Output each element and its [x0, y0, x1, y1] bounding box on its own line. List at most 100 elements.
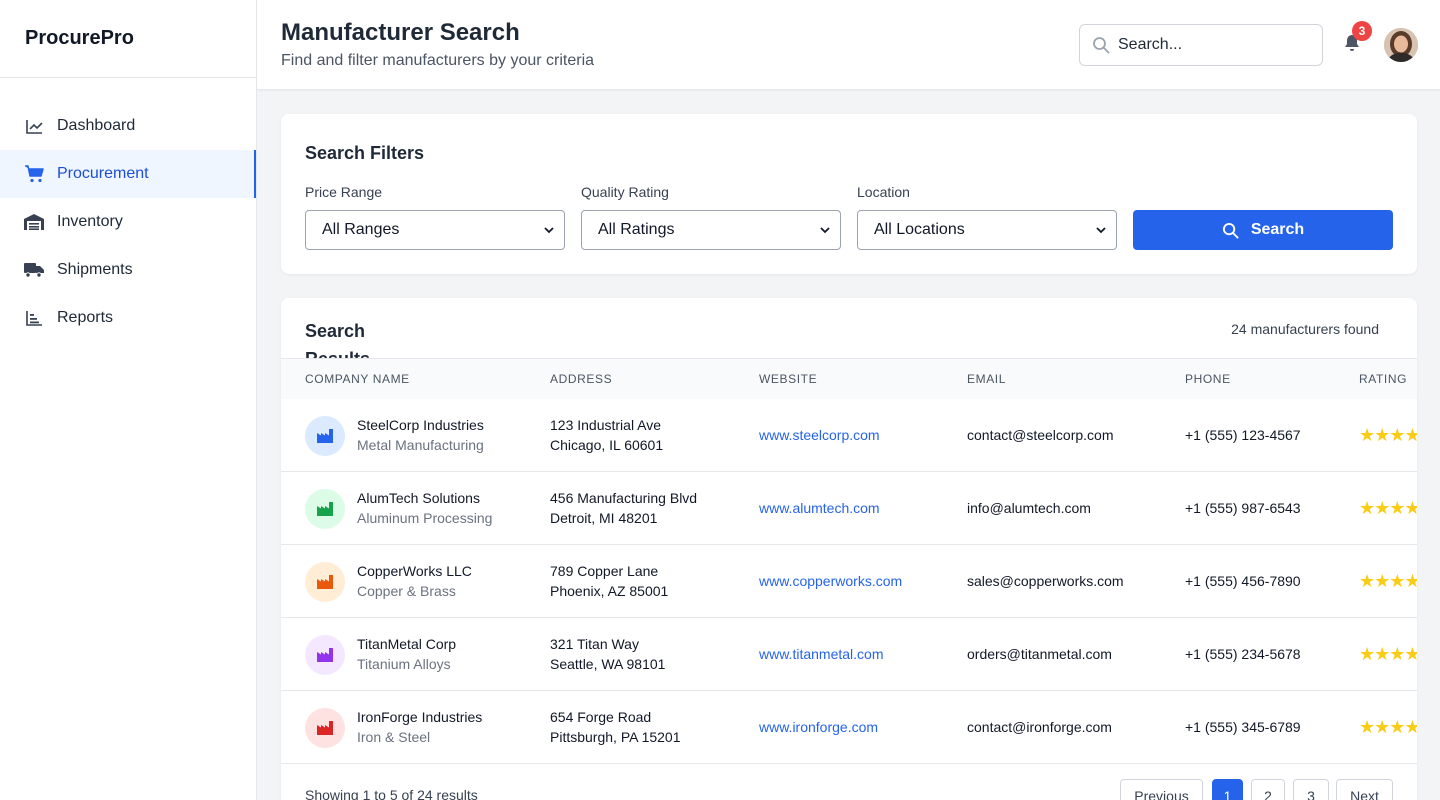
sidebar-nav: Dashboard Procurement Inventory Shipment…: [0, 78, 256, 342]
star-icon: ★: [1374, 498, 1390, 518]
location-label: Location: [857, 184, 910, 200]
page-button-1[interactable]: 1: [1212, 779, 1243, 800]
global-search[interactable]: [1079, 24, 1323, 66]
column-header-address[interactable]: ADDRESS: [550, 372, 612, 386]
price-range-filter: Price Range All Ranges: [305, 184, 565, 250]
phone-value: +1 (555) 987-6543: [1185, 500, 1301, 516]
star-icon: ★: [1389, 425, 1405, 445]
search-button-label: Search: [1250, 221, 1305, 238]
chevron-down-icon: [1096, 221, 1106, 239]
sidebar-item-reports[interactable]: Reports: [0, 294, 256, 342]
avatar[interactable]: [1384, 28, 1418, 62]
company-name[interactable]: SteelCorp Industries: [357, 417, 484, 433]
company-name[interactable]: AlumTech Solutions: [357, 490, 480, 506]
star-icon: ★: [1359, 571, 1375, 591]
star-icon: ★: [1359, 425, 1375, 445]
star-icon: ★: [1404, 498, 1417, 518]
factory-icon: [305, 635, 345, 675]
cart-icon: [24, 164, 44, 184]
star-icon: ★: [1404, 571, 1417, 591]
next-page-button[interactable]: Next: [1336, 779, 1393, 800]
truck-icon: [24, 260, 44, 280]
previous-page-button[interactable]: Previous: [1120, 779, 1203, 800]
email-value: orders@titanmetal.com: [967, 646, 1112, 662]
page-button-2[interactable]: 2: [1251, 779, 1285, 800]
sidebar-item-dashboard[interactable]: Dashboard: [0, 102, 256, 150]
rating-stars: ★★★★☆: [1359, 571, 1417, 592]
column-header-email[interactable]: EMAIL: [967, 372, 1006, 386]
table-row[interactable]: AlumTech Solutions Aluminum Processing 456…: [281, 472, 1417, 545]
factory-icon: [305, 708, 345, 748]
email-value: contact@steelcorp.com: [967, 427, 1114, 443]
address-line-1: 321 Titan Way: [550, 636, 639, 652]
filters-title: Search Filters: [305, 143, 425, 163]
column-header-phone[interactable]: PHONE: [1185, 372, 1231, 386]
address-line-2: Pittsburgh, PA 15201: [550, 729, 681, 745]
search-results-card: Search Results 24 manufacturers found CO…: [281, 298, 1417, 800]
sidebar: ProcurePro Dashboard Procurement Invento…: [0, 0, 257, 800]
sidebar-item-label: Reports: [57, 309, 114, 326]
sidebar-item-inventory[interactable]: Inventory: [0, 198, 256, 246]
email-value: contact@ironforge.com: [967, 719, 1112, 735]
phone-value: +1 (555) 345-6789: [1185, 719, 1301, 735]
table-row[interactable]: IronForge Industries Iron & Steel 654 Forg…: [281, 691, 1417, 764]
address-line-2: Detroit, MI 48201: [550, 510, 658, 526]
search-icon: [1222, 222, 1239, 239]
price-range-label: Price Range: [305, 184, 383, 200]
search-filters-card: Search Filters Price Range All Ranges Qu…: [281, 114, 1417, 274]
price-range-select[interactable]: All Ranges: [305, 210, 565, 250]
sidebar-item-label: Inventory: [57, 213, 123, 230]
company-name[interactable]: IronForge Industries: [357, 709, 482, 725]
quality-rating-filter: Quality Rating All Ratings: [581, 184, 841, 250]
company-type: Titanium Alloys: [357, 656, 451, 672]
website-link[interactable]: www.alumtech.com: [759, 500, 880, 516]
address-line-1: 123 Industrial Ave: [550, 417, 662, 433]
star-icon: ★: [1404, 425, 1417, 445]
notification-badge: 3: [1352, 21, 1372, 41]
company-name[interactable]: TitanMetal Corp: [357, 636, 456, 652]
sidebar-item-label: Procurement: [57, 165, 149, 182]
website-link[interactable]: www.ironforge.com: [759, 719, 878, 735]
star-icon: ★: [1374, 425, 1390, 445]
sidebar-item-shipments[interactable]: Shipments: [0, 246, 256, 294]
star-icon: ★: [1389, 571, 1405, 591]
company-type: Copper & Brass: [357, 583, 456, 599]
search-button[interactable]: Search: [1133, 210, 1393, 250]
address-line-2: Phoenix, AZ 85001: [550, 583, 669, 599]
chevron-down-icon: [820, 221, 830, 239]
factory-icon: [305, 562, 345, 602]
company-name[interactable]: CopperWorks LLC: [357, 563, 472, 579]
sidebar-item-label: Dashboard: [57, 117, 136, 134]
pagination-summary: Showing 1 to 5 of 24 results: [305, 787, 478, 800]
quality-rating-select[interactable]: All Ratings: [581, 210, 841, 250]
website-link[interactable]: www.steelcorp.com: [759, 427, 880, 443]
website-link[interactable]: www.titanmetal.com: [759, 646, 883, 662]
table-row[interactable]: TitanMetal Corp Titanium Alloys 321 Titan …: [281, 618, 1417, 691]
column-header-company[interactable]: COMPANY NAME: [305, 372, 410, 386]
phone-value: +1 (555) 234-5678: [1185, 646, 1301, 662]
column-header-website[interactable]: WEBSITE: [759, 372, 817, 386]
phone-value: +1 (555) 123-4567: [1185, 427, 1301, 443]
email-value: info@alumtech.com: [967, 500, 1091, 516]
table-row[interactable]: SteelCorp Industries Metal Manufacturing 1…: [281, 399, 1417, 472]
star-icon: ★: [1359, 644, 1375, 664]
page-button-3[interactable]: 3: [1293, 779, 1329, 800]
rating-stars: ★★★★☆: [1359, 498, 1417, 519]
factory-icon: [305, 416, 345, 456]
search-input[interactable]: [1118, 36, 1308, 54]
star-icon: ★: [1404, 644, 1417, 664]
address-line-1: 456 Manufacturing Blvd: [550, 490, 698, 506]
search-icon: [1080, 36, 1118, 54]
address-line-2: Seattle, WA 98101: [550, 656, 666, 672]
phone-value: +1 (555) 456-7890: [1185, 573, 1301, 589]
sidebar-item-procurement[interactable]: Procurement: [0, 150, 256, 198]
warehouse-icon: [24, 212, 44, 232]
star-icon: ★: [1374, 717, 1390, 737]
location-select[interactable]: All Locations: [857, 210, 1117, 250]
table-row[interactable]: CopperWorks LLC Copper & Brass 789 Copper …: [281, 545, 1417, 618]
website-link[interactable]: www.copperworks.com: [759, 573, 902, 589]
address-line-1: 789 Copper Lane: [550, 563, 659, 579]
top-header: Manufacturer Search Find and filter manu…: [257, 0, 1440, 90]
brand-logo[interactable]: ProcurePro: [0, 0, 256, 78]
column-header-rating[interactable]: RATING: [1359, 372, 1407, 386]
